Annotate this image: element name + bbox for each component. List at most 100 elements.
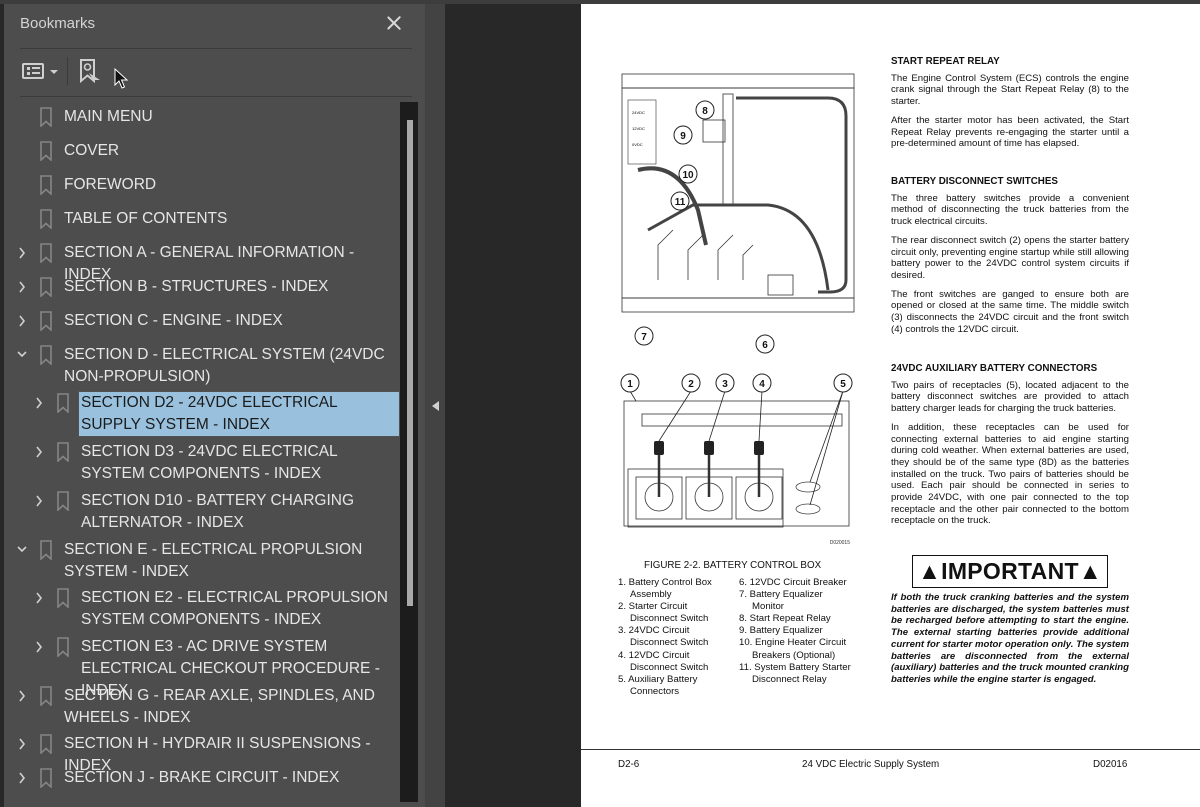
legend-item: 9. Battery Equalizer <box>739 625 823 637</box>
bookmark-item[interactable]: SECTION D10 - BATTERY CHARGING ALTERNATO… <box>4 490 400 534</box>
section-start-repeat-relay: START REPEAT RELAY The Engine Control Sy… <box>891 56 1129 157</box>
bookmark-item[interactable]: SECTION J - BRAKE CIRCUIT - INDEX <box>4 767 400 789</box>
bookmark-icon <box>40 734 52 754</box>
legend-item: 2. Starter Circuit Disconnect Switch <box>618 601 709 625</box>
callout-1: 1 <box>627 379 633 390</box>
legend-item: 6. 12VDC Circuit Breaker <box>739 577 847 588</box>
legend-item: 4. 12VDC Circuit Disconnect Switch <box>618 649 709 673</box>
bookmark-icon <box>40 243 52 263</box>
chevron-down-icon[interactable] <box>17 349 27 361</box>
bookmark-icon <box>40 311 52 331</box>
chevron-right-icon[interactable] <box>17 772 27 784</box>
bookmark-item[interactable]: SECTION E2 - ELECTRICAL PROPULSION SYSTE… <box>4 587 400 631</box>
section-heading: START REPEAT RELAY <box>891 56 1000 67</box>
figure-legend-right: 6. 12VDC Circuit Breaker 7. Battery Equal… <box>739 577 857 686</box>
bookmark-item[interactable]: SECTION E3 - AC DRIVE SYSTEM ELECTRICAL … <box>4 636 400 699</box>
paragraph: The front switches are ganged to ensure … <box>891 288 1129 335</box>
bookmark-label: SECTION D10 - BATTERY CHARGING ALTERNATO… <box>81 492 355 531</box>
chevron-right-icon[interactable] <box>17 690 27 702</box>
chevron-right-icon[interactable] <box>34 397 44 409</box>
chevron-right-icon[interactable] <box>17 247 27 259</box>
section-heading: 24VDC AUXILIARY BATTERY CONNECTORS <box>891 363 1098 374</box>
mouse-cursor-icon <box>114 68 128 89</box>
paragraph: Two pairs of receptacles (5), located ad… <box>891 379 1129 415</box>
bookmark-label: SECTION E - ELECTRICAL PROPULSION SYSTEM… <box>64 541 363 580</box>
bookmark-icon <box>40 540 52 560</box>
bookmark-icon <box>57 393 69 413</box>
chevron-right-icon[interactable] <box>34 592 44 604</box>
chevron-right-icon[interactable] <box>17 281 27 293</box>
callout-8: 8 <box>702 106 708 117</box>
callout-4: 4 <box>759 379 765 390</box>
bookmark-item[interactable]: SECTION D - ELECTRICAL SYSTEM (24VDC NON… <box>4 344 400 388</box>
bookmark-item[interactable]: FOREWORD <box>4 174 400 196</box>
scrollbar-thumb[interactable] <box>407 120 413 606</box>
section-heading: BATTERY DISCONNECT SWITCHES <box>891 176 1058 187</box>
bookmark-item[interactable]: TABLE OF CONTENTS <box>4 208 400 230</box>
close-icon[interactable] <box>384 13 404 33</box>
figure-caption: FIGURE 2-2. BATTERY CONTROL BOX <box>644 560 822 571</box>
chevron-right-icon[interactable] <box>17 738 27 750</box>
bookmark-label: SECTION B - STRUCTURES - INDEX <box>64 278 329 295</box>
chevron-right-icon[interactable] <box>34 495 44 507</box>
bookmark-item[interactable]: SECTION C - ENGINE - INDEX <box>4 310 400 332</box>
callout-3: 3 <box>722 379 728 390</box>
legend-item: 1. Battery Control Box Assembly <box>618 577 712 601</box>
bookmark-item[interactable]: SECTION H - HYDRAIR II SUSPENSIONS - IND… <box>4 733 400 774</box>
warning-triangle-icon: ▲ <box>918 558 942 584</box>
label-0vdc: 0VDC <box>632 142 643 147</box>
bookmark-icon <box>40 175 52 195</box>
bookmark-item[interactable]: SECTION D2 - 24VDC ELECTRICAL SUPPLY SYS… <box>4 391 400 437</box>
bookmark-label: FOREWORD <box>64 176 157 193</box>
bookmark-label: MAIN MENU <box>64 108 153 125</box>
bookmark-icon <box>40 107 52 127</box>
paragraph: After the starter motor has been activat… <box>891 114 1129 150</box>
bookmark-label: COVER <box>64 142 120 159</box>
footer-doc-code: D02016 <box>1093 759 1128 770</box>
callout-11: 11 <box>675 197 686 208</box>
bookmark-icon <box>40 141 52 161</box>
bookmark-icon <box>40 768 52 788</box>
bookmark-label: SECTION C - ENGINE - INDEX <box>64 312 283 329</box>
chevron-right-icon[interactable] <box>17 315 27 327</box>
legend-item: 3. 24VDC Circuit Disconnect Switch <box>618 625 709 649</box>
section-auxiliary-battery-connectors: 24VDC AUXILIARY BATTERY CONNECTORS Two p… <box>891 363 1129 534</box>
label-12vdc: 12VDC <box>632 126 645 131</box>
bookmark-item[interactable]: SECTION D3 - 24VDC ELECTRICAL SYSTEM COM… <box>4 441 400 485</box>
document-viewer-background <box>445 4 581 807</box>
chevron-down-icon <box>50 70 58 74</box>
bookmark-item[interactable]: MAIN MENU <box>4 106 400 128</box>
toolbar-separator <box>67 57 68 85</box>
chevron-right-icon[interactable] <box>34 446 44 458</box>
bookmark-options-button[interactable] <box>21 60 61 84</box>
legend-item: 11. System Battery Starter Disconnect Re… <box>739 661 851 685</box>
bookmark-label: SECTION D2 - 24VDC ELECTRICAL SUPPLY SYS… <box>78 391 400 437</box>
chevron-right-icon[interactable] <box>34 641 44 653</box>
panel-title: Bookmarks <box>20 15 96 32</box>
bookmark-icon <box>40 209 52 229</box>
chevron-down-icon[interactable] <box>17 544 27 556</box>
bookmark-label: SECTION J - BRAKE CIRCUIT - INDEX <box>64 769 340 786</box>
collapse-panel-arrow-icon[interactable] <box>430 398 442 414</box>
legend-item: 10. Engine Heater Circuit Breakers (Opti… <box>739 637 847 661</box>
bookmark-label: SECTION D - ELECTRICAL SYSTEM (24VDC NON… <box>64 346 385 385</box>
legend-item: 8. Start Repeat Relay <box>739 613 831 625</box>
callout-5: 5 <box>840 379 846 390</box>
document-page: 24VDC 12VDC 0VDC 8 9 10 11 7 6 1 2 3 4 5… <box>581 4 1200 807</box>
important-notice-text: If both the truck cranking batteries and… <box>891 592 1129 685</box>
warning-triangle-icon: ▲ <box>1078 558 1102 584</box>
bookmark-item[interactable]: SECTION E - ELECTRICAL PROPULSION SYSTEM… <box>4 539 400 583</box>
callout-9: 9 <box>680 131 686 142</box>
footer-title: 24 VDC Electric Supply System <box>802 759 940 770</box>
find-current-bookmark-button[interactable] <box>78 58 104 86</box>
footer-page-number: D2-6 <box>618 759 640 770</box>
bookmark-label: TABLE OF CONTENTS <box>64 210 228 227</box>
bookmark-item[interactable]: COVER <box>4 140 400 162</box>
bookmark-icon <box>40 686 52 706</box>
bookmark-item[interactable]: SECTION G - REAR AXLE, SPINDLES, AND WHE… <box>4 685 400 729</box>
bookmark-item[interactable]: SECTION A - GENERAL INFORMATION - INDEX <box>4 242 400 283</box>
divider <box>20 96 412 97</box>
callout-10: 10 <box>682 170 694 181</box>
bookmark-item[interactable]: SECTION B - STRUCTURES - INDEX <box>4 276 400 298</box>
footer-rule <box>581 749 1200 750</box>
